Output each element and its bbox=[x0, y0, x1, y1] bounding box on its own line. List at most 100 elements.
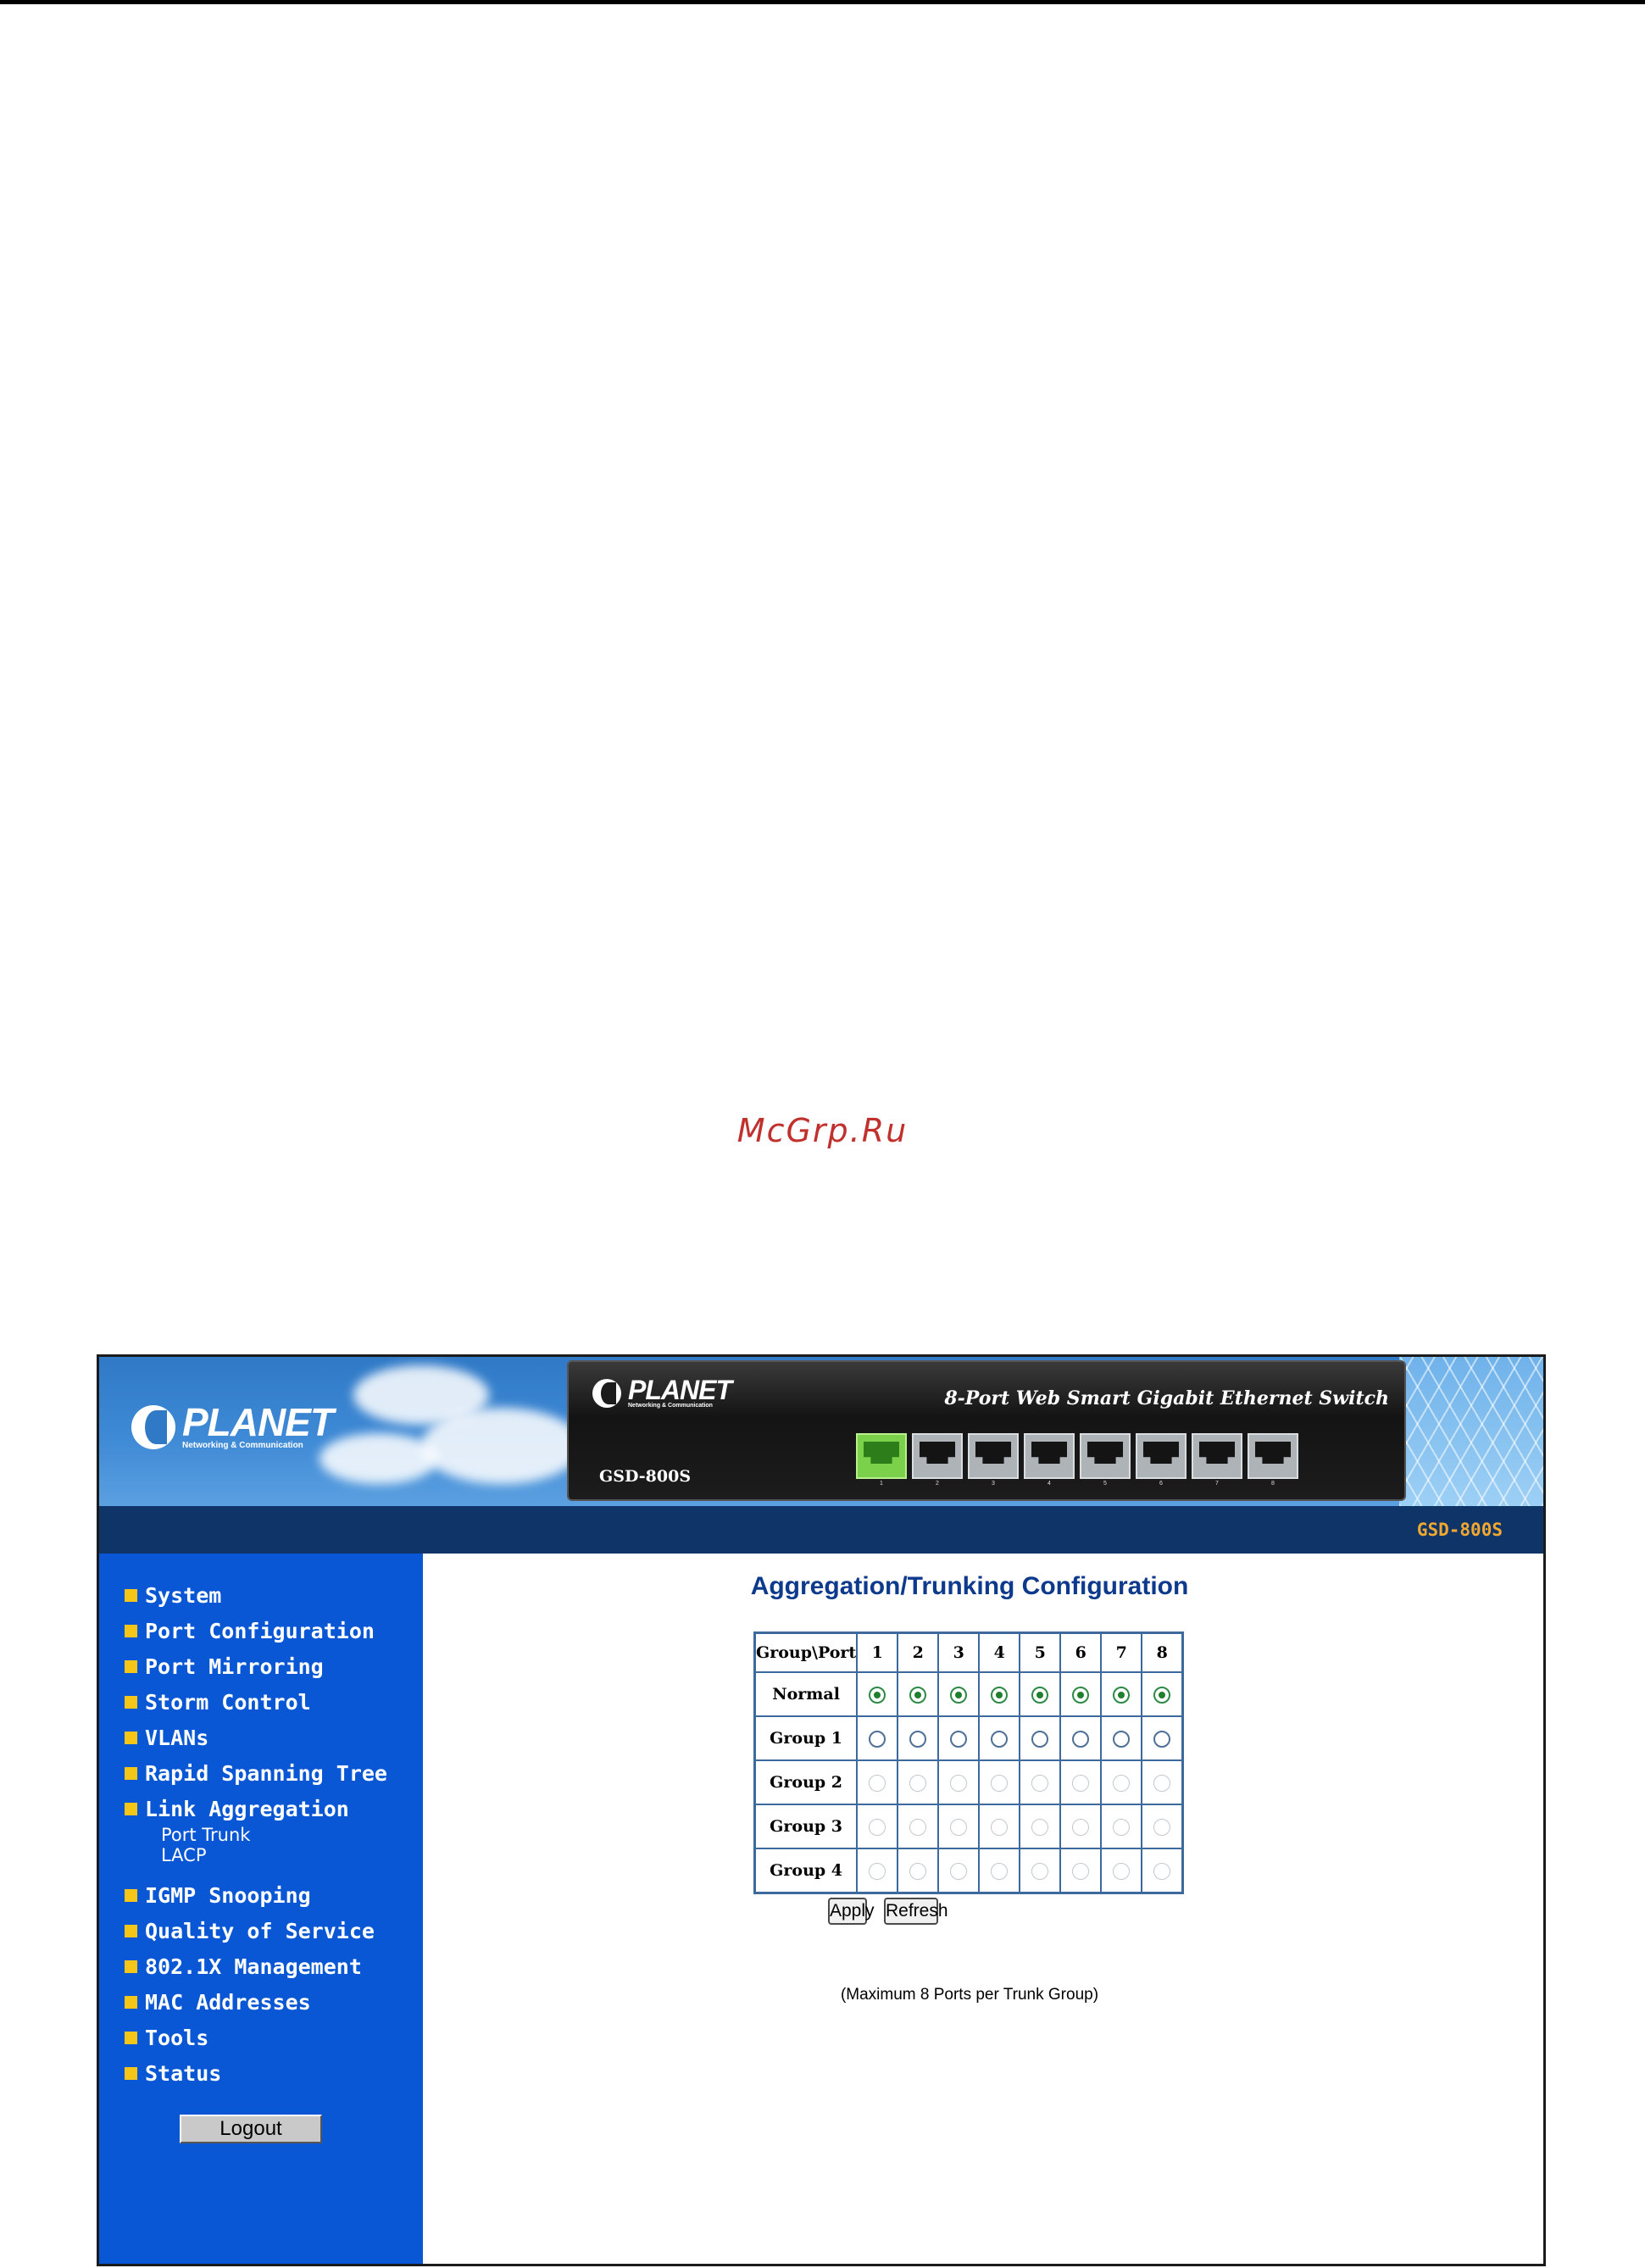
max-ports-note: (Maximum 8 Ports per Trunk Group) bbox=[840, 1986, 1099, 2004]
sidebar-item-system[interactable]: System bbox=[125, 1577, 387, 1613]
radio-cell bbox=[978, 1804, 1021, 1849]
port-number-label: 5 bbox=[1103, 1481, 1107, 1487]
logout-button[interactable]: Logout bbox=[180, 2115, 322, 2143]
radio-group-4-port-6 bbox=[1072, 1863, 1090, 1880]
sidebar-item-label: Storm Control bbox=[145, 1689, 311, 1715]
sidebar-item-vlans[interactable]: VLANs bbox=[125, 1720, 387, 1755]
switch-port-4: 4 bbox=[1021, 1433, 1077, 1487]
watermark-text: McGrp.Ru bbox=[736, 1112, 909, 1149]
radio-cell bbox=[937, 1759, 981, 1805]
sidebar-item-link-aggregation[interactable]: Link Aggregation bbox=[125, 1791, 387, 1826]
radio-cell bbox=[1100, 1715, 1143, 1761]
port-number-label: 4 bbox=[1048, 1481, 1051, 1487]
table-row: Group 1 bbox=[753, 1715, 1184, 1761]
radio-group-2-port-2 bbox=[909, 1775, 927, 1792]
table-header-row: Group\Port 1 2 3 4 5 6 7 8 bbox=[753, 1632, 1184, 1673]
square-bullet-icon bbox=[125, 2031, 137, 2044]
radio-cell bbox=[1019, 1671, 1062, 1717]
sidebar-item-status[interactable]: Status bbox=[125, 2055, 387, 2091]
sidebar-item-label: System bbox=[145, 1582, 222, 1608]
web-ui-screenshot: PLANET Networking & Communication PLANET… bbox=[97, 1354, 1546, 2266]
radio-normal-port-3[interactable] bbox=[950, 1687, 968, 1704]
radio-group-4-port-4 bbox=[991, 1863, 1009, 1880]
device-logo: PLANET Networking & Communication bbox=[592, 1376, 732, 1409]
radio-normal-port-6[interactable] bbox=[1072, 1687, 1090, 1704]
radio-cell bbox=[1059, 1671, 1103, 1717]
radio-group-1-port-7[interactable] bbox=[1113, 1731, 1131, 1748]
radio-group-2-port-8 bbox=[1153, 1775, 1171, 1792]
row-label: Group 4 bbox=[753, 1848, 859, 1894]
radio-normal-port-7[interactable] bbox=[1113, 1687, 1131, 1704]
sidebar-item-quality-of-service[interactable]: Quality of Service bbox=[125, 1913, 387, 1948]
radio-normal-port-4[interactable] bbox=[991, 1687, 1009, 1704]
radio-group-4-port-1 bbox=[869, 1863, 886, 1880]
radio-cell bbox=[897, 1848, 940, 1894]
sidebar-item-label: VLANs bbox=[145, 1725, 209, 1750]
radio-group-2-port-5 bbox=[1031, 1775, 1049, 1792]
radio-group-2-port-1 bbox=[869, 1775, 886, 1792]
sidebar-item-rapid-spanning-tree[interactable]: Rapid Spanning Tree bbox=[125, 1755, 387, 1791]
square-bullet-icon bbox=[125, 1995, 137, 2009]
sidebar-item-igmp-snooping[interactable]: IGMP Snooping bbox=[125, 1877, 387, 1913]
sidebar-item-mac-addresses[interactable]: MAC Addresses bbox=[125, 1984, 387, 2020]
menu-list: System Port Configuration Port Mirroring St… bbox=[125, 1577, 387, 2091]
port-number-label: 3 bbox=[992, 1481, 995, 1487]
ethernet-port-icon bbox=[1248, 1433, 1298, 1479]
radio-group-1-port-5[interactable] bbox=[1031, 1731, 1049, 1748]
radio-group-2-port-4 bbox=[991, 1775, 1009, 1792]
submenu-item-port-trunk[interactable]: Port Trunk bbox=[161, 1825, 387, 1845]
radio-group-3-port-2 bbox=[909, 1819, 927, 1836]
sidebar-item-label: Status bbox=[145, 2060, 222, 2086]
table-row: Normal bbox=[753, 1671, 1184, 1717]
radio-group-2-port-3 bbox=[950, 1775, 968, 1792]
ethernet-port-icon bbox=[1080, 1433, 1131, 1479]
radio-cell bbox=[1059, 1848, 1103, 1894]
radio-normal-port-2[interactable] bbox=[909, 1687, 927, 1704]
header-banner: PLANET Networking & Communication PLANET… bbox=[99, 1357, 1543, 1506]
sidebar-item-port-mirroring[interactable]: Port Mirroring bbox=[125, 1648, 387, 1684]
sidebar-item-storm-control[interactable]: Storm Control bbox=[125, 1684, 387, 1720]
radio-normal-port-8[interactable] bbox=[1153, 1687, 1171, 1704]
submenu-item-lacp[interactable]: LACP bbox=[161, 1845, 387, 1865]
sidebar-item-tools[interactable]: Tools bbox=[125, 2020, 387, 2055]
radio-group-4-port-5 bbox=[1031, 1863, 1049, 1880]
square-bullet-icon bbox=[125, 1888, 137, 1902]
port-column-header: 1 bbox=[856, 1632, 899, 1673]
nav-model-label: GSD-800S bbox=[1416, 1520, 1503, 1540]
port-row: 1 2 3 4 5 6 7 8 bbox=[853, 1433, 1301, 1487]
radio-group-1-port-6[interactable] bbox=[1072, 1731, 1090, 1748]
radio-cell bbox=[1141, 1804, 1184, 1849]
radio-normal-port-5[interactable] bbox=[1031, 1687, 1049, 1704]
switch-port-7: 7 bbox=[1189, 1433, 1245, 1487]
sidebar-item-port-configuration[interactable]: Port Configuration bbox=[125, 1613, 387, 1648]
radio-group-1-port-1[interactable] bbox=[869, 1731, 886, 1748]
refresh-button[interactable]: Refresh bbox=[884, 1898, 948, 1925]
radio-cell bbox=[1019, 1715, 1062, 1761]
sidebar-item-label: Tools bbox=[145, 2025, 209, 2050]
radio-group-1-port-8[interactable] bbox=[1153, 1731, 1171, 1748]
port-column-header: 3 bbox=[937, 1632, 981, 1673]
row-label: Group 1 bbox=[753, 1715, 859, 1761]
table-body: Normal Group 1 Group 2 Group 3 Group 4 bbox=[753, 1671, 1184, 1894]
radio-group-3-port-1 bbox=[869, 1819, 886, 1836]
radio-cell bbox=[1059, 1759, 1103, 1805]
radio-cell bbox=[1019, 1804, 1062, 1849]
radio-group-1-port-3[interactable] bbox=[950, 1731, 968, 1748]
sidebar-item-802-1x-management[interactable]: 802.1X Management bbox=[125, 1948, 387, 1984]
radio-normal-port-1[interactable] bbox=[869, 1687, 886, 1704]
port-column-header: 5 bbox=[1019, 1632, 1062, 1673]
radio-group-3-port-5 bbox=[1031, 1819, 1049, 1836]
radio-group-1-port-4[interactable] bbox=[991, 1731, 1009, 1748]
radio-group-3-port-7 bbox=[1113, 1819, 1131, 1836]
row-label: Group 3 bbox=[753, 1804, 859, 1849]
radio-group-3-port-6 bbox=[1072, 1819, 1090, 1836]
radio-group-1-port-2[interactable] bbox=[909, 1731, 927, 1748]
group-port-header: Group\Port bbox=[753, 1632, 859, 1673]
apply-button[interactable]: Apply bbox=[828, 1898, 875, 1925]
square-bullet-icon bbox=[125, 1731, 137, 1744]
radio-cell bbox=[1100, 1848, 1143, 1894]
port-column-header: 6 bbox=[1059, 1632, 1103, 1673]
radio-cell bbox=[1019, 1759, 1062, 1805]
square-bullet-icon bbox=[125, 1659, 137, 1673]
switch-front-panel: PLANET Networking & Communication 8-Port… bbox=[567, 1360, 1406, 1501]
